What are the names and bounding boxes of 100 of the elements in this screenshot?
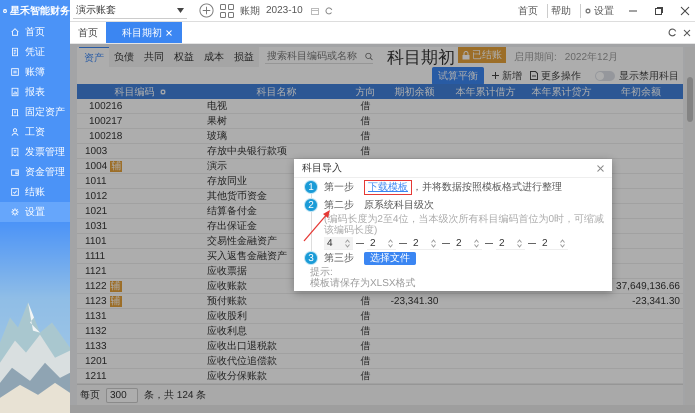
number-field[interactable]: 2 <box>496 237 525 250</box>
toggle-label: 显示禁用科目 <box>619 70 679 82</box>
home-icon <box>10 27 20 37</box>
tip-title: 提示: <box>310 267 333 278</box>
table-cell-text: 玻璃 <box>207 130 227 143</box>
table-cell-text: 存放中央银行款项 <box>207 144 287 158</box>
search-icon <box>365 52 373 61</box>
table-cell: 1123 <box>85 296 107 306</box>
table-cell: 1021 <box>85 206 108 216</box>
table-cell: 1111 <box>85 250 106 262</box>
restore-icon[interactable] <box>654 6 664 16</box>
app-logo-text: 星禾智能财务 <box>10 4 70 18</box>
header-link[interactable]: 首页 <box>515 4 541 18</box>
table-cell-text: 借 <box>360 145 370 158</box>
category-tab[interactable]: 权益 <box>169 47 199 67</box>
table-cell-text: 存放同业 <box>207 174 247 188</box>
refresh-icon[interactable] <box>668 28 677 37</box>
account-set-select[interactable]: 演示账套 <box>73 2 187 19</box>
table-cell: 1211 <box>85 370 107 382</box>
table-cell-text: 应收代位追偿款 <box>207 354 277 368</box>
category-tab[interactable]: 损益 <box>229 47 259 67</box>
add-button[interactable]: 新增 <box>492 68 522 82</box>
close-icon[interactable] <box>683 28 691 36</box>
table-cell-text: 交易性金融资产 <box>207 234 277 248</box>
table-cell: 1011 <box>85 176 107 186</box>
document-icon <box>530 71 538 80</box>
page-size-label: 每页 <box>80 389 100 402</box>
start-period-label: 启用期间: <box>514 50 557 64</box>
table-cell: 1031 <box>85 220 108 232</box>
tip-text: 模板请保存为XLSX格式 <box>310 278 417 289</box>
number-field[interactable]: 2 <box>539 237 568 250</box>
wallet-icon <box>10 167 20 177</box>
header-link[interactable]: 设置 <box>580 4 617 18</box>
step-number: 3 <box>304 251 318 265</box>
table-cell-text: 应收票据 <box>207 264 247 278</box>
person-icon <box>10 127 20 137</box>
horizontal-scrollbar[interactable] <box>70 405 695 413</box>
category-tab[interactable]: 负债 <box>109 47 139 67</box>
period-field[interactable]: 2023-10 <box>266 5 319 16</box>
table-cell: 1101 <box>85 236 107 246</box>
table-cell: 100218 <box>89 130 122 142</box>
spinner-icon <box>431 238 436 248</box>
toggle-switch[interactable] <box>595 70 615 80</box>
tag: 辅 <box>110 160 122 172</box>
spinner-icon <box>517 238 522 248</box>
table-cell-text: 应收账款 <box>207 280 247 293</box>
page-tab[interactable]: 首页 <box>70 22 106 43</box>
page-size-field[interactable]: 300 <box>106 388 138 402</box>
table-cell-text: 应收利息 <box>207 324 247 338</box>
search-field[interactable]: 搜索科目编码或名称 <box>265 50 373 64</box>
table-cell: 1012 <box>85 190 108 202</box>
header-link[interactable]: 帮助 <box>547 4 574 18</box>
checkbox-icon <box>10 187 20 197</box>
refresh-icon[interactable] <box>324 6 333 14</box>
step-label: 第三步 <box>324 253 355 264</box>
number-field[interactable]: 2 <box>453 237 482 250</box>
number-field[interactable]: 2 <box>367 237 396 250</box>
document-icon <box>10 47 20 57</box>
column-header: 年初余额 <box>620 86 662 99</box>
table-cell: 100216 <box>89 100 122 112</box>
table-cell: 1121 <box>85 266 107 276</box>
number-field[interactable]: 4 <box>324 237 353 250</box>
start-period-value: 2022年12月 <box>564 51 618 64</box>
category-tab[interactable]: 共同 <box>139 47 169 67</box>
column-header: 科目名称 <box>256 86 298 99</box>
table-cell-text: 存出保证金 <box>207 220 257 233</box>
number-field[interactable]: 2 <box>410 237 439 250</box>
gear-icon[interactable] <box>158 88 166 96</box>
table-cell-text: 借 <box>360 100 370 113</box>
total-count: 条，共 124 条 <box>144 388 206 402</box>
calendar-icon <box>310 6 319 14</box>
more-actions-button[interactable]: 更多操作 <box>530 68 581 82</box>
table-cell: 37,649,136.66 <box>616 280 680 292</box>
download-template-link[interactable]: 下载模板 <box>368 182 408 193</box>
spinner-icon <box>345 238 350 248</box>
step-label: 第二步 <box>324 200 355 211</box>
page-title: 科目期初 <box>387 46 455 68</box>
status-text: 已结账 <box>472 48 502 62</box>
table-cell-text: 借 <box>360 340 370 353</box>
step-number: 1 <box>304 180 318 194</box>
building-icon <box>10 107 20 117</box>
receipt-icon <box>10 147 20 157</box>
category-tab[interactable]: 成本 <box>199 47 229 67</box>
gear-icon <box>584 6 592 14</box>
table-cell-text: 果树 <box>207 114 227 128</box>
grid-icon[interactable] <box>220 4 234 18</box>
table-cell-text: 应收股利 <box>207 310 247 323</box>
close-icon[interactable] <box>680 6 690 16</box>
tag: 辅 <box>110 280 122 292</box>
plus-icon <box>492 72 499 79</box>
table-cell-text: 借 <box>360 115 370 128</box>
table-cell-text: 应收出口退税款 <box>207 340 277 353</box>
spinner-icon <box>388 238 393 248</box>
period-label: 账期 <box>240 4 260 18</box>
table-cell-text: 借 <box>360 325 370 338</box>
choose-file-button[interactable]: 选择文件 <box>364 252 416 265</box>
spinner-icon <box>560 238 565 248</box>
page-tab[interactable]: 科目期初 <box>106 22 182 43</box>
tag: 辅 <box>110 296 122 306</box>
add-icon[interactable] <box>199 3 214 18</box>
